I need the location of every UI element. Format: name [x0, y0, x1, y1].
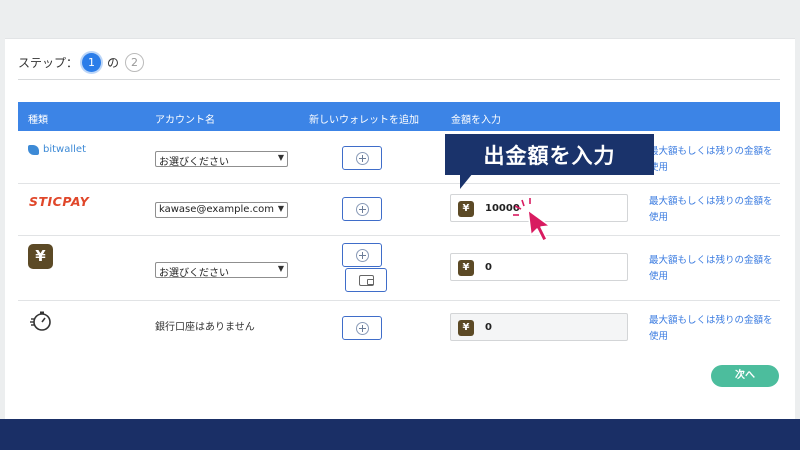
wallet-button[interactable]: [345, 268, 387, 292]
use-max-amount-link[interactable]: 最大額もしくは残りの金額を使用: [649, 253, 774, 285]
stopwatch-logo: [30, 311, 51, 331]
stepper: ステップ： 1 の 2: [18, 53, 148, 72]
add-wallet-button[interactable]: [342, 243, 382, 267]
amount-value: 0: [485, 262, 492, 273]
callout-tail: [460, 173, 473, 189]
yen-icon: ¥: [458, 260, 474, 276]
step-current: 1: [82, 53, 102, 72]
chevron-down-icon: ▼: [277, 264, 284, 273]
table-header: 種類 アカウント名 新しいウォレットを追加 金額を入力: [18, 102, 780, 131]
add-wallet-button[interactable]: [342, 146, 382, 170]
yen-icon: ¥: [458, 201, 474, 217]
header-amount: 金額を入力: [451, 115, 501, 126]
chevron-down-icon: ▼: [277, 204, 284, 213]
hand-pointer-icon: [513, 198, 551, 242]
chevron-down-icon: ▼: [277, 153, 284, 162]
account-select[interactable]: お選びください ▼: [155, 262, 288, 278]
use-max-amount-link[interactable]: 最大額もしくは残りの金額を使用: [649, 313, 774, 345]
bitwallet-mark-icon: [28, 144, 39, 155]
stepper-separator: の: [107, 56, 120, 70]
amount-value: 0: [485, 322, 492, 333]
row-divider: [18, 183, 780, 184]
plus-circle-icon: [355, 321, 369, 335]
main-card: [5, 38, 795, 420]
row-divider: [18, 300, 780, 301]
account-select-value: お選びください: [159, 157, 229, 167]
plus-circle-icon: [355, 202, 369, 216]
bitwallet-label: bitwallet: [43, 144, 86, 155]
row-divider: [18, 235, 780, 236]
bitwallet-logo: bitwallet: [28, 144, 86, 155]
wallet-icon: [358, 274, 374, 286]
add-wallet-button[interactable]: [342, 316, 382, 340]
use-max-amount-link[interactable]: 最大額もしくは残りの金額を使用: [649, 144, 774, 176]
yen-logo: ¥: [28, 244, 53, 269]
step-total: 2: [125, 53, 145, 72]
plus-circle-icon: [355, 248, 369, 262]
instruction-callout: 出金額を入力: [445, 134, 654, 175]
footer-bar: [0, 419, 800, 450]
account-select[interactable]: kawase@example.com ▼: [155, 202, 288, 218]
stepper-divider: [18, 79, 780, 80]
account-select[interactable]: お選びください ▼: [155, 151, 288, 167]
no-bank-account-text: 銀行口座はありません: [155, 322, 255, 333]
header-account: アカウント名: [155, 115, 215, 126]
stepper-label: ステップ：: [18, 56, 79, 70]
account-select-value: お選びください: [159, 268, 229, 278]
next-button[interactable]: 次へ: [711, 365, 779, 387]
yen-icon: ¥: [458, 320, 474, 336]
amount-input[interactable]: ¥ 0: [450, 253, 628, 281]
header-type: 種類: [28, 115, 48, 126]
amount-input[interactable]: ¥ 0: [450, 313, 628, 341]
sticpay-logo: STICPAY: [29, 194, 90, 209]
header-new-wallet: 新しいウォレットを追加: [309, 115, 419, 126]
use-max-amount-link[interactable]: 最大額もしくは残りの金額を使用: [649, 194, 774, 226]
add-wallet-button[interactable]: [342, 197, 382, 221]
account-select-value: kawase@example.com: [159, 204, 274, 215]
plus-circle-icon: [355, 151, 369, 165]
